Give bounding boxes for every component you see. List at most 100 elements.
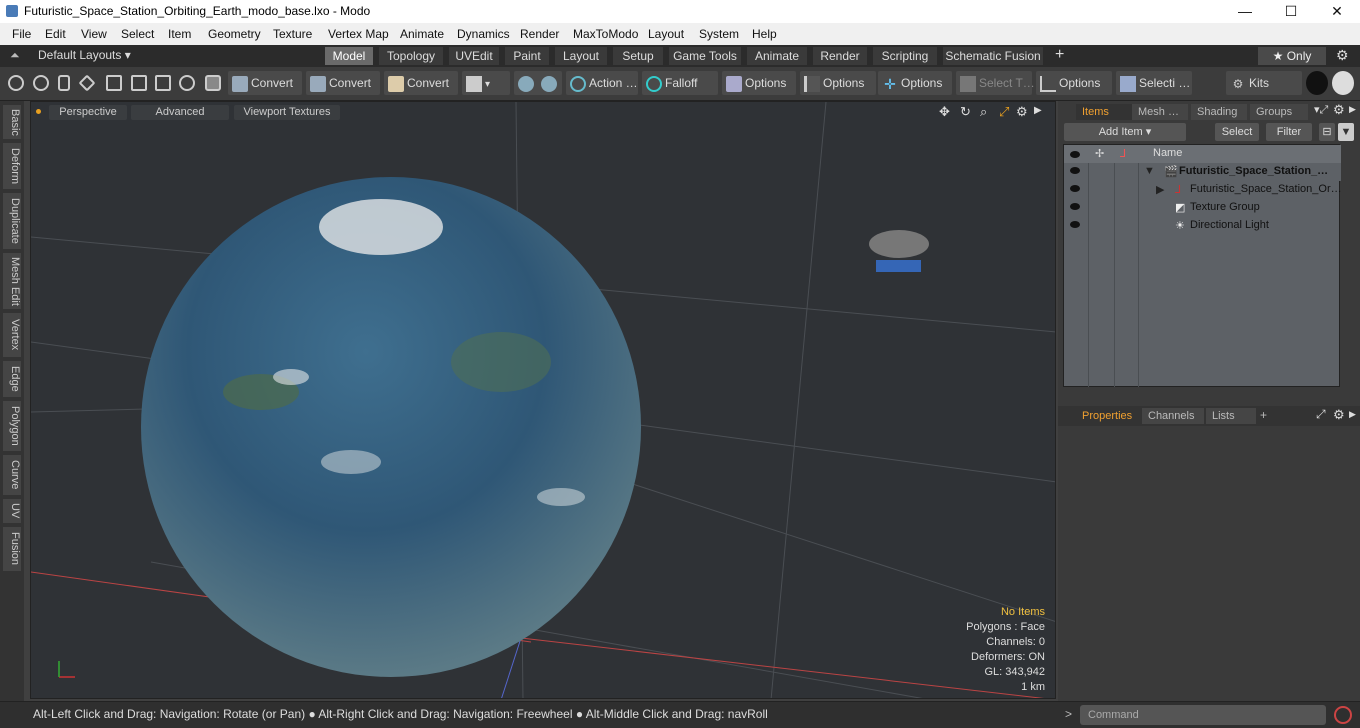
menu-file[interactable]: File: [12, 27, 31, 41]
add-properties-tab-button[interactable]: +: [1260, 408, 1267, 422]
tab-paint[interactable]: Paint: [505, 47, 549, 65]
pin-icon[interactable]: [58, 75, 70, 91]
select-button[interactable]: Select: [1215, 123, 1259, 141]
close-button[interactable]: ✕: [1314, 0, 1360, 23]
maximize-viewport-icon[interactable]: ⤢: [999, 104, 1009, 120]
edge-select-icon[interactable]: [131, 75, 147, 91]
menu-view[interactable]: View: [81, 27, 107, 41]
tab-schematic-fusion[interactable]: Schematic Fusion: [943, 47, 1043, 65]
menu-vertex-map[interactable]: Vertex Map: [328, 27, 389, 41]
menu-render[interactable]: Render: [520, 27, 559, 41]
advanced-dropdown[interactable]: Advanced: [131, 105, 229, 120]
minimize-button[interactable]: —: [1222, 0, 1268, 23]
options-button-3[interactable]: ✛ Options: [878, 71, 952, 95]
menu-item[interactable]: Item: [168, 27, 191, 41]
globe-icon[interactable]: [33, 75, 49, 91]
unity-icon[interactable]: [1306, 71, 1328, 95]
convert-button-1[interactable]: Convert: [228, 71, 302, 95]
list-item[interactable]: ▶ ⅃ Futuristic_Space_Station_Or…: [1064, 181, 1342, 199]
tab-lists[interactable]: Lists: [1206, 408, 1256, 424]
viewport-textures-dropdown[interactable]: Viewport Textures: [234, 105, 340, 120]
menu-select[interactable]: Select: [121, 27, 154, 41]
space-station-model[interactable]: [869, 230, 929, 272]
properties-menu-arrow-icon[interactable]: ▶: [1349, 409, 1356, 420]
selection-sets-button[interactable]: Selecti …: [1116, 71, 1192, 95]
list-item[interactable]: ▼ 🎬 Futuristic_Space_Station_…: [1064, 163, 1341, 181]
menu-help[interactable]: Help: [752, 27, 777, 41]
cube-dropdown[interactable]: ▾: [462, 71, 510, 95]
menu-dynamics[interactable]: Dynamics: [457, 27, 510, 41]
collapse-icon[interactable]: ⊟: [1319, 123, 1335, 141]
falloff-button[interactable]: Falloff: [642, 71, 718, 95]
tab-deform[interactable]: Deform: [3, 143, 21, 189]
perspective-dropdown[interactable]: Perspective: [49, 105, 127, 120]
tab-render[interactable]: Render: [813, 47, 867, 65]
tab-uvedit[interactable]: UVEdit: [449, 47, 499, 65]
list-item[interactable]: ☀ Directional Light: [1064, 217, 1341, 235]
tab-shading[interactable]: Shading: [1191, 104, 1247, 120]
tab-curve[interactable]: Curve: [3, 455, 21, 495]
tab-mesh[interactable]: Mesh …: [1132, 104, 1188, 120]
menu-geometry[interactable]: Geometry: [208, 27, 261, 41]
menu-maxtomodo[interactable]: MaxToModo: [573, 27, 638, 41]
tab-uv[interactable]: UV: [3, 499, 21, 523]
vertex-select-icon[interactable]: [106, 75, 122, 91]
polygon-select-icon[interactable]: [155, 75, 171, 91]
options-button-1[interactable]: Options: [722, 71, 796, 95]
command-input[interactable]: Command: [1080, 705, 1326, 725]
select-circle-icon[interactable]: [8, 75, 24, 91]
tab-basic[interactable]: Basic: [3, 105, 21, 139]
properties-gear-icon[interactable]: ⚙: [1333, 407, 1345, 423]
maximize-button[interactable]: ☐: [1268, 0, 1314, 23]
tab-edge[interactable]: Edge: [3, 361, 21, 397]
menu-layout[interactable]: Layout: [648, 27, 684, 41]
select-through-button[interactable]: Select T…: [956, 71, 1035, 95]
tab-layout[interactable]: Layout: [555, 47, 607, 65]
tab-vertex[interactable]: Vertex: [3, 313, 21, 357]
item-mode-icon[interactable]: [205, 75, 221, 91]
convert-button-3[interactable]: Convert: [384, 71, 458, 95]
menu-animate[interactable]: Animate: [400, 27, 444, 41]
tab-animate[interactable]: Animate: [747, 47, 807, 65]
tab-properties[interactable]: Properties: [1076, 408, 1140, 424]
tab-groups[interactable]: Groups: [1250, 104, 1308, 120]
menu-edit[interactable]: Edit: [45, 27, 66, 41]
panel-gear-icon[interactable]: ⚙: [1333, 102, 1345, 118]
tab-mesh-edit[interactable]: Mesh Edit: [3, 253, 21, 309]
options-button-2[interactable]: Options: [800, 71, 876, 95]
3d-viewport[interactable]: Perspective Advanced Viewport Textures ✥…: [30, 101, 1056, 699]
expand-arrow-icon[interactable]: ▼: [1144, 165, 1155, 177]
tab-scripting[interactable]: Scripting: [873, 47, 937, 65]
add-item-dropdown[interactable]: Add Item ▾: [1064, 123, 1186, 141]
tab-channels[interactable]: Channels: [1142, 408, 1204, 424]
filter-button[interactable]: Filter: [1266, 123, 1312, 141]
record-macro-icon[interactable]: [1334, 706, 1352, 724]
visibility-eye-icon[interactable]: [1070, 203, 1080, 210]
default-layouts-dropdown[interactable]: Default Layouts ▾: [38, 48, 131, 62]
add-tab-button[interactable]: +: [1055, 46, 1064, 64]
zoom-icon[interactable]: ⌕: [980, 104, 987, 120]
properties-expand-icon[interactable]: ⤢: [1316, 407, 1326, 422]
pan-icon[interactable]: ✥: [939, 104, 950, 120]
options-button-4[interactable]: Options: [1036, 71, 1112, 95]
tab-fusion[interactable]: Fusion: [3, 527, 21, 571]
rotate-icon[interactable]: ↻: [960, 104, 971, 120]
unreal-icon[interactable]: [1332, 71, 1354, 95]
layout-toggle-icon[interactable]: ⏶: [10, 48, 20, 63]
action-center-button[interactable]: Action …: [566, 71, 638, 95]
convert-button-2[interactable]: Convert: [306, 71, 380, 95]
pen-icon[interactable]: [78, 74, 96, 92]
only-toggle[interactable]: ★ Only: [1258, 47, 1326, 65]
menu-system[interactable]: System: [699, 27, 739, 41]
tab-polygon[interactable]: Polygon: [3, 401, 21, 451]
tab-topology[interactable]: Topology: [379, 47, 443, 65]
tab-duplicate[interactable]: Duplicate: [3, 193, 21, 249]
symmetry-buttons[interactable]: [514, 71, 562, 95]
material-select-icon[interactable]: [179, 75, 195, 91]
layout-gear-icon[interactable]: ⚙: [1336, 47, 1349, 64]
visibility-eye-icon[interactable]: [1070, 221, 1080, 228]
viewport-menu-arrow-icon[interactable]: ▶: [1034, 105, 1042, 116]
list-item[interactable]: ◩ Texture Group: [1064, 199, 1341, 217]
tab-items[interactable]: Items: [1076, 104, 1136, 120]
kits-button[interactable]: ⚙ Kits: [1226, 71, 1302, 95]
